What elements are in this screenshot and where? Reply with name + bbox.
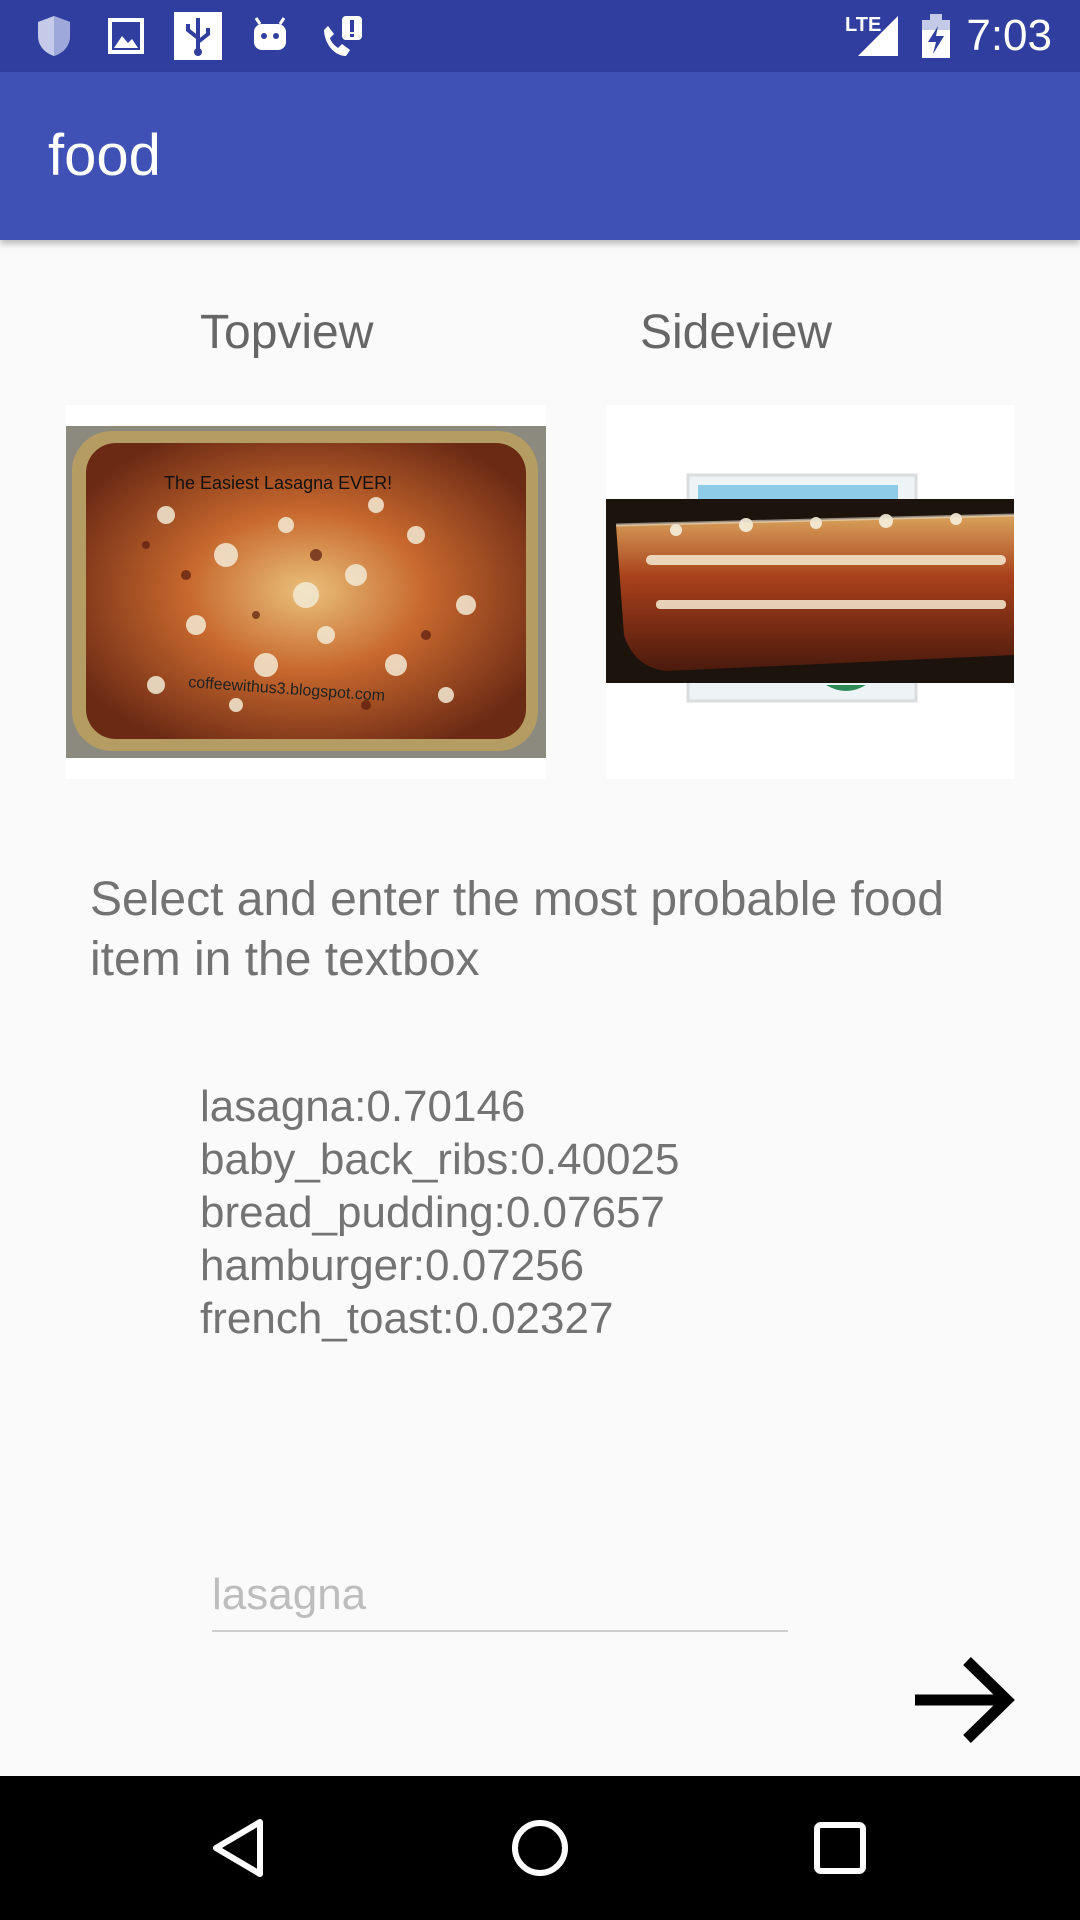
topview-image[interactable]: The Easiest Lasagna EVER! coffeewithus3.…: [66, 405, 546, 779]
app-title: food: [48, 123, 161, 188]
navigation-bar: [0, 1776, 1080, 1920]
usb-icon: [174, 12, 222, 60]
prediction-item: bread_pudding:0.07657: [200, 1188, 665, 1237]
clock: 7:03: [966, 11, 1052, 60]
prediction-item: hamburger:0.07256: [200, 1241, 585, 1290]
signal-icon: [858, 16, 898, 56]
next-button[interactable]: [905, 1645, 1025, 1755]
battery-charging-icon: [922, 14, 950, 58]
phone-alert-icon: [324, 16, 362, 56]
prediction-item: baby_back_ribs:0.40025: [200, 1135, 680, 1184]
instruction-text: Select and enter the most probable food …: [90, 873, 944, 986]
app-bar: food: [0, 72, 1080, 240]
status-bar: LTE 7:03: [0, 0, 1080, 72]
topview-image-caption: The Easiest Lasagna EVER!: [164, 473, 393, 493]
arrow-right-icon: [915, 1657, 1015, 1743]
image-icon: [108, 18, 144, 54]
predictions-list: lasagna:0.70146 baby_back_ribs:0.40025 b…: [200, 1080, 679, 1345]
lasagna-side-photo: [606, 405, 1014, 779]
sideview-label: Sideview: [640, 306, 833, 359]
topview-label: Topview: [200, 306, 374, 359]
food-item-input[interactable]: [212, 1560, 788, 1632]
back-icon[interactable]: [200, 1808, 280, 1888]
prediction-item: french_toast:0.02327: [200, 1294, 614, 1343]
sideview-image[interactable]: [606, 405, 1014, 779]
android-icon: [254, 17, 286, 50]
shield-icon: [38, 16, 70, 56]
prediction-item: lasagna:0.70146: [200, 1082, 526, 1131]
home-icon[interactable]: [500, 1808, 580, 1888]
recents-icon[interactable]: [800, 1808, 880, 1888]
lasagna-top-photo: [66, 426, 546, 758]
